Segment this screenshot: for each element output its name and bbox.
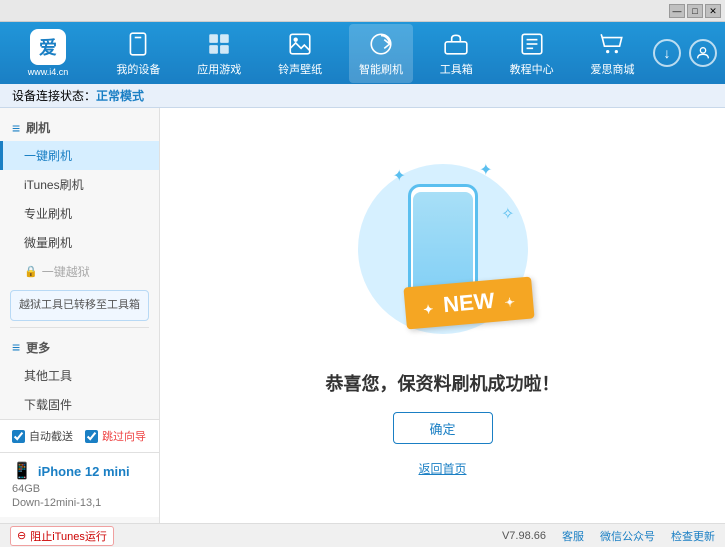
- checkboxes-area: 自动截送 跳过向导: [0, 419, 159, 452]
- device-info: 📱 iPhone 12 mini 64GB Down-12mini-13,1: [0, 452, 159, 517]
- download-button[interactable]: ↓: [653, 39, 681, 67]
- stop-itunes-icon: ⊖: [17, 529, 26, 542]
- store-icon: [598, 30, 626, 58]
- nav-right: ↓: [653, 39, 717, 67]
- sidebar-item-pro[interactable]: 专业刷机: [0, 199, 159, 228]
- sparkle-1: ✦: [393, 166, 406, 186]
- confirm-button[interactable]: 确定: [393, 412, 493, 444]
- nav-store-label: 爱思商城: [590, 61, 634, 77]
- sparkle-2: ✦: [479, 160, 492, 180]
- nav-my-device-label: 我的设备: [116, 61, 160, 77]
- wechat-link[interactable]: 微信公众号: [600, 528, 655, 544]
- titlebar: — □ ✕: [0, 0, 725, 22]
- service-link[interactable]: 客服: [562, 528, 584, 544]
- sidebar-section-more-label: 更多: [26, 339, 50, 356]
- phone-illustration: ✦ ✦ ✧ NEW: [353, 154, 533, 354]
- device-name: iPhone 12 mini: [38, 464, 130, 479]
- sidebar-item-itunes[interactable]: iTunes刷机: [0, 170, 159, 199]
- sidebar-locked-jailbreak: 🔒 一键越狱: [0, 257, 159, 286]
- close-button[interactable]: ✕: [705, 4, 721, 18]
- user-button[interactable]: [689, 39, 717, 67]
- device-icon: 📱: [12, 461, 32, 481]
- apps-icon: [205, 30, 233, 58]
- minimize-button[interactable]: —: [669, 4, 685, 18]
- nav-wallpaper-label: 铃声壁纸: [278, 61, 322, 77]
- sidebar: ≡ 刷机 一键刷机 iTunes刷机 专业刷机 微量刷机 🔒 一键越狱 越狱工具…: [0, 108, 160, 523]
- sidebar-section-more: ≡ 更多: [0, 334, 159, 361]
- auto-send-label: 自动截送: [29, 428, 73, 444]
- nav-apps[interactable]: 应用游戏: [187, 24, 251, 83]
- connection-statusbar: 设备连接状态： 正常模式: [0, 84, 725, 108]
- connection-status-label: 设备连接状态：: [12, 87, 96, 104]
- skip-wizard-label: 跳过向导: [102, 428, 146, 444]
- device-icon: [124, 30, 152, 58]
- status-bar: ⊖ 阻止iTunes运行 V7.98.66 客服 微信公众号 检查更新: [0, 523, 725, 547]
- content-area: ✦ ✦ ✧ NEW 恭喜您，保资料刷机成功啦！ 确定 返回首页: [160, 108, 725, 523]
- sparkle-3: ✧: [501, 204, 514, 224]
- auto-send-input[interactable]: [12, 430, 25, 443]
- device-model: Down-12mini-13,1: [12, 497, 147, 509]
- flash-icon: [367, 30, 395, 58]
- device-storage: 64GB: [12, 483, 147, 495]
- lock-icon: 🔒: [24, 265, 38, 278]
- main-area: ≡ 刷机 一键刷机 iTunes刷机 专业刷机 微量刷机 🔒 一键越狱 越狱工具…: [0, 108, 725, 523]
- nav-wallpaper[interactable]: 铃声壁纸: [268, 24, 332, 83]
- skip-wizard-checkbox[interactable]: 跳过向导: [85, 428, 146, 444]
- wallpaper-icon: [286, 30, 314, 58]
- nav-smart-flash-label: 智能刷机: [359, 61, 403, 77]
- success-text: 恭喜您，保资料刷机成功啦！: [326, 370, 560, 396]
- statusbar-left: ⊖ 阻止iTunes运行: [10, 526, 114, 546]
- sidebar-item-other-tools[interactable]: 其他工具: [0, 361, 159, 390]
- back-home-link[interactable]: 返回首页: [418, 460, 466, 477]
- update-link[interactable]: 检查更新: [671, 528, 715, 544]
- nav-toolbox[interactable]: 工具箱: [430, 24, 483, 83]
- sidebar-notice: 越狱工具已转移至工具箱: [10, 290, 149, 321]
- app-logo: 爱 www.i4.cn: [8, 29, 88, 77]
- toolbox-icon: [442, 30, 470, 58]
- stop-itunes-button[interactable]: ⊖ 阻止iTunes运行: [10, 526, 114, 546]
- sidebar-item-download-firmware[interactable]: 下载固件: [0, 390, 159, 419]
- more-section-icon: ≡: [12, 339, 20, 355]
- statusbar-right: V7.98.66 客服 微信公众号 检查更新: [502, 528, 715, 544]
- navbar: 爱 www.i4.cn 我的设备 应用游戏 铃声壁纸 智能刷机: [0, 22, 725, 84]
- flash-section-icon: ≡: [12, 120, 20, 136]
- sidebar-item-one-click[interactable]: 一键刷机: [0, 141, 159, 170]
- version-label: V7.98.66: [502, 530, 546, 542]
- maximize-button[interactable]: □: [687, 4, 703, 18]
- logo-text: www.i4.cn: [28, 67, 69, 77]
- success-area: ✦ ✦ ✧ NEW 恭喜您，保资料刷机成功啦！ 确定 返回首页: [326, 154, 560, 477]
- sidebar-divider: [10, 327, 149, 328]
- nav-tutorial[interactable]: 教程中心: [500, 24, 564, 83]
- nav-store[interactable]: 爱思商城: [580, 24, 644, 83]
- nav-toolbox-label: 工具箱: [440, 61, 473, 77]
- sidebar-section-flash-label: 刷机: [26, 119, 50, 136]
- sidebar-item-micro[interactable]: 微量刷机: [0, 228, 159, 257]
- sidebar-section-flash: ≡ 刷机: [0, 114, 159, 141]
- nav-items: 我的设备 应用游戏 铃声壁纸 智能刷机 工具箱: [98, 24, 653, 83]
- auto-send-checkbox[interactable]: 自动截送: [12, 428, 73, 444]
- nav-smart-flash[interactable]: 智能刷机: [349, 24, 413, 83]
- connection-status-value: 正常模式: [96, 87, 144, 104]
- skip-wizard-input[interactable]: [85, 430, 98, 443]
- nav-my-device[interactable]: 我的设备: [106, 24, 170, 83]
- tutorial-icon: [518, 30, 546, 58]
- nav-tutorial-label: 教程中心: [510, 61, 554, 77]
- nav-apps-label: 应用游戏: [197, 61, 241, 77]
- logo-icon: 爱: [30, 29, 66, 65]
